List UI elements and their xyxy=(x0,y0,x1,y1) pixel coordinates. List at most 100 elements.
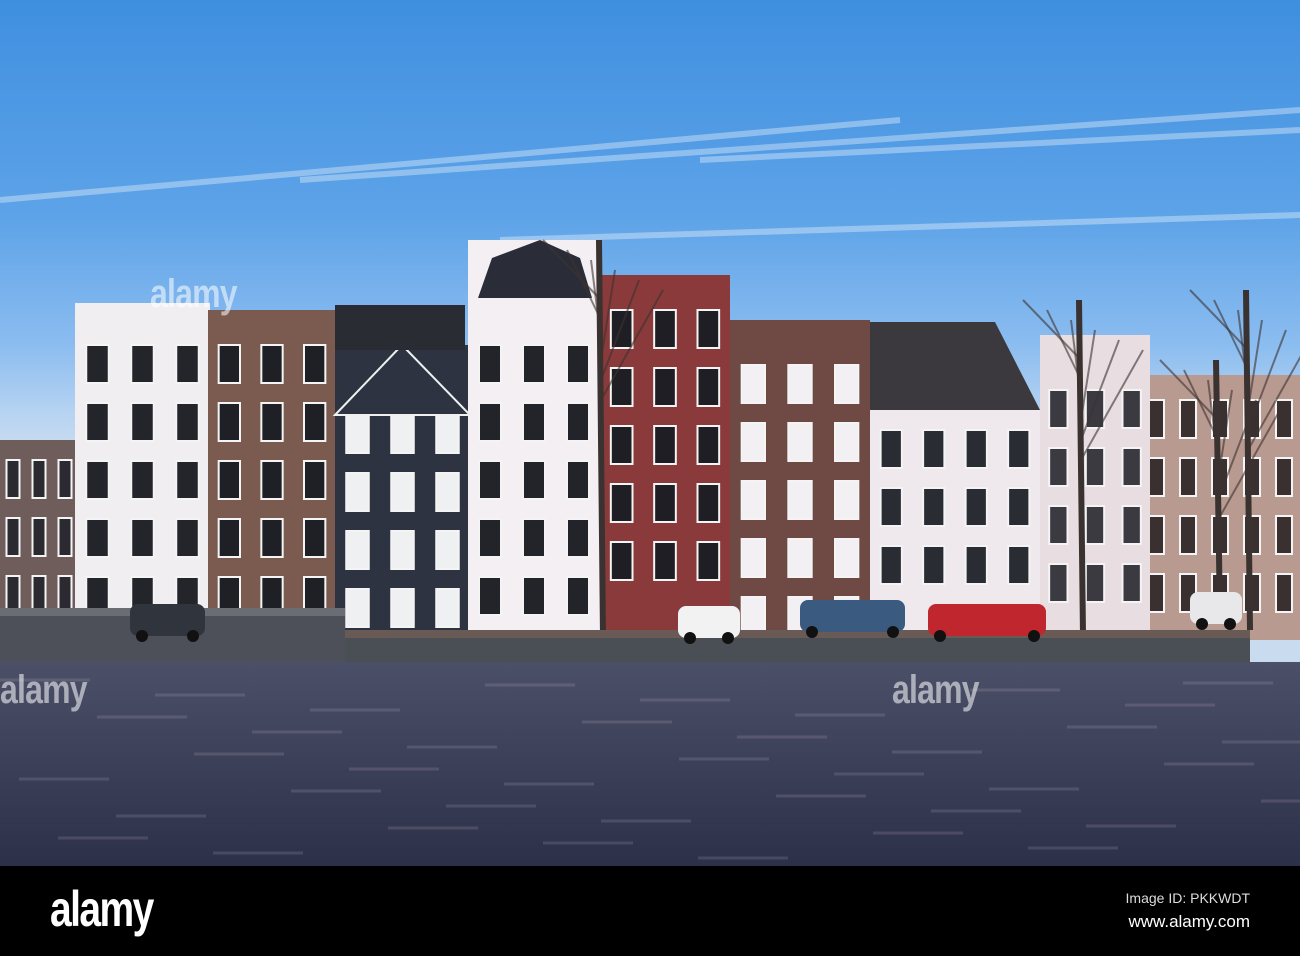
window xyxy=(522,460,546,500)
window xyxy=(31,517,47,557)
canal-houses-photo: alamy alamy alamy xyxy=(0,0,1300,866)
window xyxy=(834,480,860,520)
window xyxy=(217,402,242,442)
window xyxy=(345,588,370,628)
street xyxy=(345,630,1250,638)
window xyxy=(130,518,155,558)
alamy-logo[interactable]: alamy xyxy=(50,880,154,938)
window xyxy=(345,472,370,512)
window xyxy=(1147,515,1165,555)
car-wheel xyxy=(1196,618,1208,630)
window xyxy=(390,530,415,570)
window xyxy=(478,460,502,500)
window xyxy=(922,545,946,585)
window xyxy=(1179,399,1197,439)
window xyxy=(522,576,546,616)
tree-branch xyxy=(1213,299,1249,371)
window xyxy=(1147,399,1165,439)
window xyxy=(879,429,903,469)
parked-car xyxy=(800,600,905,632)
window xyxy=(653,425,677,465)
window xyxy=(653,309,677,349)
footer-bar: alamy Image ID: PKKWDT www.alamy.com xyxy=(0,866,1300,956)
car-wheel xyxy=(934,630,946,642)
canal-water xyxy=(0,662,1300,866)
website-link[interactable]: www.alamy.com xyxy=(1128,912,1250,932)
tree-trunk xyxy=(1076,299,1086,636)
window xyxy=(130,344,155,384)
window xyxy=(1084,563,1106,603)
roof xyxy=(335,305,465,350)
window xyxy=(653,367,677,407)
window xyxy=(57,459,73,499)
window xyxy=(609,425,634,465)
window xyxy=(653,483,677,523)
window xyxy=(217,460,242,500)
window xyxy=(1275,515,1293,555)
image-id: Image ID: PKKWDT xyxy=(1125,890,1250,906)
window xyxy=(303,344,327,384)
window xyxy=(1048,505,1069,545)
window xyxy=(435,414,460,454)
window xyxy=(922,429,946,469)
window xyxy=(1084,447,1106,487)
window xyxy=(435,472,460,512)
cloud-streak xyxy=(0,117,901,203)
tree-trunk xyxy=(1213,359,1223,621)
window xyxy=(922,487,946,527)
window xyxy=(1147,573,1165,613)
car-wheel xyxy=(887,626,899,638)
window xyxy=(260,402,284,442)
window xyxy=(85,344,110,384)
window xyxy=(964,429,988,469)
window xyxy=(57,517,73,557)
window xyxy=(5,459,21,499)
roof xyxy=(870,322,1040,410)
window xyxy=(1121,389,1142,429)
window xyxy=(390,414,415,454)
window xyxy=(1179,457,1197,497)
window xyxy=(1275,399,1293,439)
parked-car xyxy=(1190,592,1242,624)
window xyxy=(740,364,767,404)
window xyxy=(1179,515,1197,555)
window xyxy=(1084,505,1106,545)
window xyxy=(566,402,590,442)
window xyxy=(175,460,200,500)
window xyxy=(566,460,590,500)
window xyxy=(390,588,415,628)
window xyxy=(566,576,590,616)
window xyxy=(696,425,721,465)
window xyxy=(1275,457,1293,497)
window xyxy=(1121,563,1142,603)
watermark: alamy xyxy=(150,272,238,316)
window xyxy=(1121,447,1142,487)
window xyxy=(1048,563,1069,603)
window xyxy=(217,518,242,558)
cloud-streak xyxy=(299,107,1300,183)
window xyxy=(175,518,200,558)
window xyxy=(85,402,110,442)
window xyxy=(130,460,155,500)
car-wheel xyxy=(136,630,148,642)
window xyxy=(566,518,590,558)
window xyxy=(740,596,767,636)
window xyxy=(345,414,370,454)
window xyxy=(5,517,21,557)
window xyxy=(834,538,860,578)
window xyxy=(260,518,284,558)
car-wheel xyxy=(806,626,818,638)
window xyxy=(390,472,415,512)
window xyxy=(303,460,327,500)
window xyxy=(740,422,767,462)
window xyxy=(696,367,721,407)
car-wheel xyxy=(187,630,199,642)
window xyxy=(879,487,903,527)
window xyxy=(1147,457,1165,497)
window xyxy=(260,344,284,384)
window xyxy=(1048,389,1069,429)
window xyxy=(217,344,242,384)
window xyxy=(834,422,860,462)
canal-quay xyxy=(345,637,1250,663)
window xyxy=(478,518,502,558)
